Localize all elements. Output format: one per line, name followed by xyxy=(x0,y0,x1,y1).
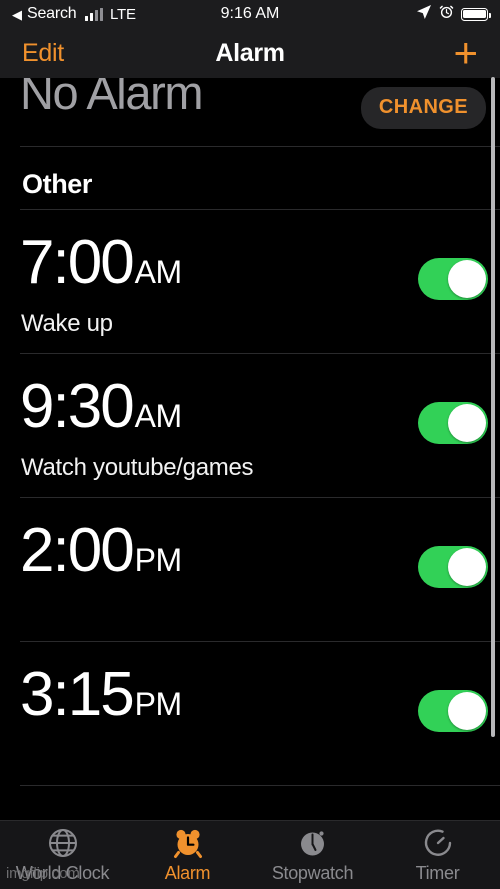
alarm-time-value: 7:00 xyxy=(20,228,135,297)
tab-timer[interactable]: Timer xyxy=(375,821,500,889)
watermark: imgflip.com xyxy=(6,865,80,882)
alarm-toggle[interactable] xyxy=(418,546,488,588)
section-header-label: Other xyxy=(22,169,93,199)
toggle-knob xyxy=(448,260,486,298)
alarm-toggle[interactable] xyxy=(418,402,488,444)
alarm-meridiem: AM xyxy=(134,254,183,290)
signal-strength-icon xyxy=(84,7,103,21)
navigation-bar: Edit Alarm + xyxy=(0,28,500,78)
bedtime-title: No Alarm xyxy=(20,78,203,119)
alarm-row[interactable]: 7:00 AM Wake up xyxy=(0,210,500,353)
tab-label: Stopwatch xyxy=(271,863,354,883)
timer-icon xyxy=(422,826,454,860)
toggle-knob xyxy=(448,404,486,442)
alarm-app-screen: ◀ Search LTE 9:16 AM Edit Alarm + No Ala… xyxy=(0,0,500,889)
stopwatch-icon xyxy=(297,826,329,860)
alarm-toggle[interactable] xyxy=(418,690,488,732)
status-bar: ◀ Search LTE 9:16 AM xyxy=(0,0,500,28)
alarm-meridiem: AM xyxy=(134,398,183,434)
network-type-label: LTE xyxy=(110,5,136,23)
add-alarm-button[interactable]: + xyxy=(453,32,478,75)
alarm-list[interactable]: No Alarm CHANGE Other 7:00 AM Wake up 9:… xyxy=(0,78,500,820)
alarm-meridiem: PM xyxy=(134,542,183,578)
alarm-row[interactable]: 2:00 PM xyxy=(0,498,500,641)
battery-icon xyxy=(461,7,491,21)
alarm-time: 3:15 PM xyxy=(20,664,182,726)
status-bar-right xyxy=(416,4,491,25)
tab-label: Timer xyxy=(415,863,460,883)
alarm-meridiem: PM xyxy=(134,686,183,722)
back-arrow-icon[interactable]: ◀ xyxy=(12,8,22,21)
globe-icon xyxy=(47,826,79,860)
alarm-time-value: 2:00 xyxy=(20,516,135,585)
alarm-time-value: 3:15 xyxy=(20,660,135,729)
alarm-icon xyxy=(439,4,454,24)
change-bedtime-button[interactable]: CHANGE xyxy=(360,87,486,129)
status-bar-app-name[interactable]: Search xyxy=(27,5,77,23)
bedtime-row[interactable]: No Alarm CHANGE xyxy=(0,78,500,146)
edit-button[interactable]: Edit xyxy=(22,39,64,68)
status-bar-left: ◀ Search LTE xyxy=(12,5,136,23)
divider xyxy=(20,785,500,786)
alarm-time-value: 9:30 xyxy=(20,372,135,441)
toggle-knob xyxy=(448,692,486,730)
tab-alarm[interactable]: Alarm xyxy=(125,821,250,889)
alarm-row[interactable]: 3:15 PM xyxy=(0,642,500,785)
section-header-other: Other xyxy=(0,147,500,209)
alarm-label: Watch youtube/games xyxy=(21,454,254,481)
alarm-clock-icon xyxy=(172,826,204,860)
scrollbar[interactable] xyxy=(491,77,495,737)
page-title: Alarm xyxy=(215,38,285,67)
toggle-knob xyxy=(448,548,486,586)
alarm-time: 9:30 AM xyxy=(20,376,182,438)
alarm-toggle[interactable] xyxy=(418,258,488,300)
tab-stopwatch[interactable]: Stopwatch xyxy=(250,821,375,889)
alarm-time: 2:00 PM xyxy=(20,520,182,582)
location-arrow-icon xyxy=(416,4,432,25)
alarm-time: 7:00 AM xyxy=(20,232,182,294)
tab-label: Alarm xyxy=(164,863,211,883)
alarm-label: Wake up xyxy=(21,310,113,337)
alarm-row[interactable]: 9:30 AM Watch youtube/games xyxy=(0,354,500,497)
